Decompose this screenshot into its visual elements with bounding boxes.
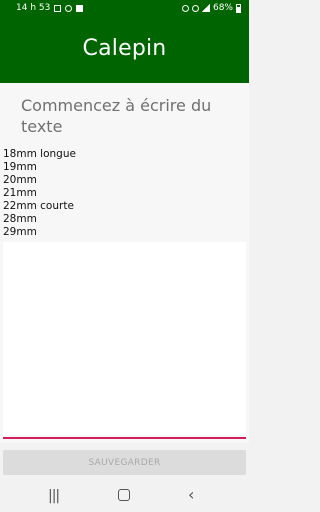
- alarm-icon: [181, 4, 189, 12]
- location-icon: [65, 4, 73, 12]
- note-line: 18mm longue: [3, 148, 76, 160]
- app-bar: 14 h 53 68% Calepin: [0, 0, 249, 83]
- text-editor-field[interactable]: [3, 242, 246, 435]
- app-title: Calepin: [82, 36, 167, 61]
- back-icon[interactable]: ‹: [188, 485, 194, 504]
- save-button[interactable]: SAUVEGARDER: [3, 450, 246, 475]
- status-time: 14 h 53: [16, 3, 51, 13]
- note-line: 21mm: [3, 187, 37, 199]
- note-text[interactable]: 18mm longue 19mm 20mm 21mm 22mm courte 2…: [3, 148, 243, 239]
- home-icon[interactable]: [118, 489, 130, 501]
- note-input-placeholder[interactable]: Commencez à écrire du texte: [21, 95, 236, 137]
- note-line: 20mm: [3, 174, 37, 186]
- battery-icon: [236, 3, 241, 13]
- wifi-icon: [191, 4, 199, 12]
- note-line: 29mm: [3, 226, 37, 238]
- battery-percent: 68%: [212, 3, 233, 13]
- input-underline: [3, 437, 246, 439]
- download-notification-icon: [76, 4, 84, 12]
- system-nav-bar: ||| ‹: [0, 478, 249, 512]
- note-area: Commencez à écrire du texte 18mm longue …: [0, 83, 249, 443]
- note-line: 22mm courte: [3, 200, 74, 212]
- note-line: 19mm: [3, 161, 37, 173]
- status-bar: 14 h 53 68%: [0, 0, 249, 18]
- signal-icon: [201, 4, 210, 12]
- image-notification-icon: [54, 4, 62, 12]
- recent-apps-icon[interactable]: |||: [48, 488, 60, 504]
- note-line: 28mm: [3, 213, 37, 225]
